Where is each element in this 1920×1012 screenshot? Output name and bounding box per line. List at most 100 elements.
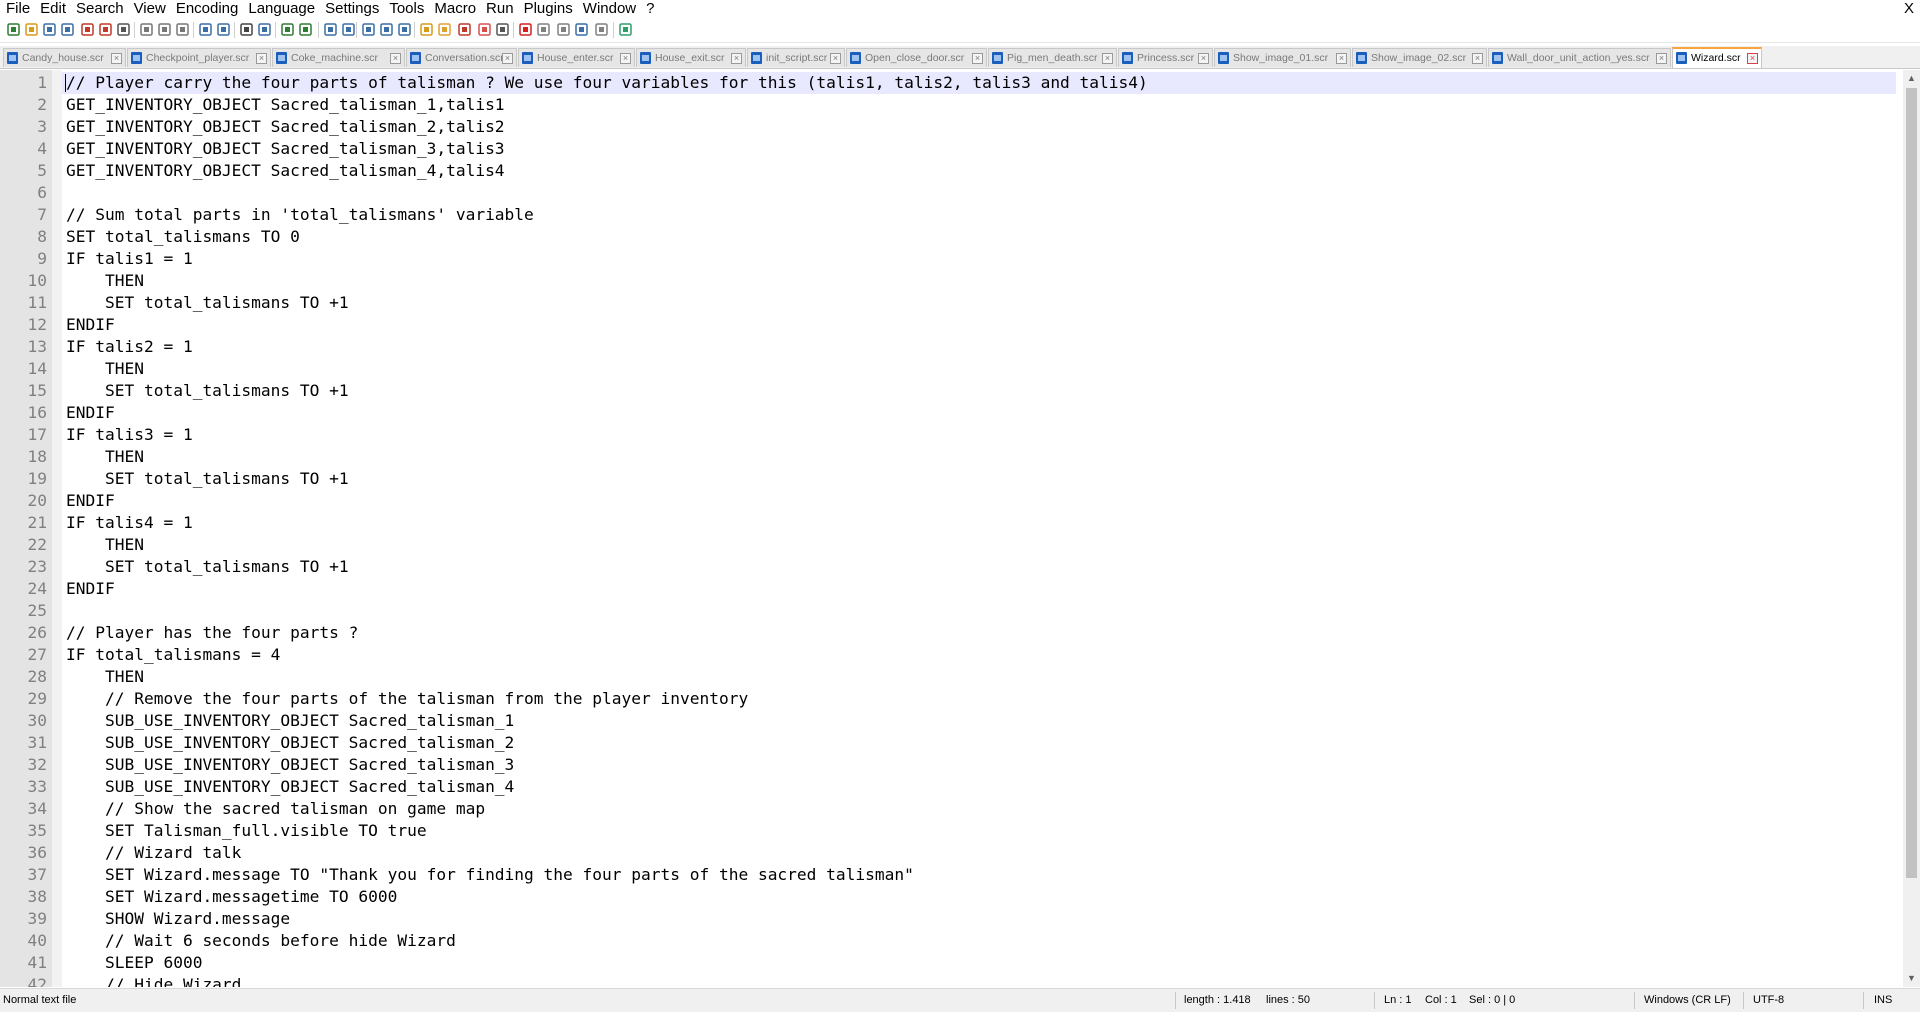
zoom-in-icon[interactable] xyxy=(280,22,295,37)
close-tab-icon[interactable]: × xyxy=(830,53,841,64)
tab-princess[interactable]: Princess.scr × xyxy=(1118,48,1213,67)
tab-checkpoint-player[interactable]: Checkpoint_player.scr × xyxy=(127,48,271,67)
menu-window[interactable]: Window xyxy=(578,0,641,17)
paste-icon[interactable] xyxy=(175,22,190,37)
code-line[interactable]: SUB_USE_INVENTORY_OBJECT Sacred_talisman… xyxy=(66,710,514,732)
scroll-up-icon[interactable]: ▲ xyxy=(1903,70,1920,87)
spell-check-icon[interactable] xyxy=(618,22,633,37)
close-tab-icon[interactable]: × xyxy=(1336,53,1347,64)
menu-run[interactable]: Run xyxy=(481,0,519,17)
code-line[interactable]: ENDIF xyxy=(66,490,115,512)
folder-as-workspace-icon[interactable] xyxy=(477,22,492,37)
close-tab-icon[interactable]: × xyxy=(972,53,983,64)
tab-open-close-door[interactable]: Open_close_door.scr × xyxy=(846,48,987,67)
tab-coke-machine[interactable]: Coke_machine.scr × xyxy=(272,48,405,67)
word-wrap-icon[interactable] xyxy=(361,22,376,37)
code-line[interactable]: SET total_talismans TO +1 xyxy=(66,556,349,578)
menu-help[interactable]: ? xyxy=(641,0,659,17)
close-tab-icon[interactable]: × xyxy=(1656,53,1667,64)
close-tab-icon[interactable]: × xyxy=(111,53,122,64)
code-line[interactable]: SUB_USE_INVENTORY_OBJECT Sacred_talisman… xyxy=(66,732,514,754)
code-line[interactable]: IF talis1 = 1 xyxy=(66,248,193,270)
code-line[interactable]: GET_INVENTORY_OBJECT Sacred_talisman_1,t… xyxy=(66,94,505,116)
print-icon[interactable] xyxy=(116,22,131,37)
code-line[interactable]: IF total_talismans = 4 xyxy=(66,644,280,666)
code-line[interactable]: SUB_USE_INVENTORY_OBJECT Sacred_talisman… xyxy=(66,776,514,798)
new-file-icon[interactable] xyxy=(6,22,21,37)
code-line[interactable]: SET Talisman_full.visible TO true xyxy=(66,820,427,842)
close-tab-icon[interactable]: × xyxy=(1747,53,1758,64)
save-all-icon[interactable] xyxy=(60,22,75,37)
close-all-icon[interactable] xyxy=(98,22,113,37)
tab-house-enter[interactable]: House_enter.scr × xyxy=(518,48,635,67)
playback-macro-icon[interactable] xyxy=(556,22,571,37)
code-line[interactable]: SET Wizard.message TO "Thank you for fin… xyxy=(66,864,914,886)
code-line[interactable]: SET Wizard.messagetime TO 6000 xyxy=(66,886,397,908)
scroll-down-icon[interactable]: ▼ xyxy=(1903,970,1920,987)
menu-search[interactable]: Search xyxy=(71,0,129,17)
code-line[interactable]: IF talis3 = 1 xyxy=(66,424,193,446)
menu-encoding[interactable]: Encoding xyxy=(171,0,244,17)
code-line[interactable]: // Sum total parts in 'total_talismans' … xyxy=(66,204,534,226)
menu-plugins[interactable]: Plugins xyxy=(519,0,578,17)
indent-guide-icon[interactable] xyxy=(397,22,412,37)
function-list-icon[interactable] xyxy=(457,22,472,37)
close-window-button[interactable]: X xyxy=(1904,0,1914,17)
show-all-characters-icon[interactable] xyxy=(379,22,394,37)
scrollbar-thumb[interactable] xyxy=(1906,88,1917,878)
close-icon[interactable] xyxy=(80,22,95,37)
sync-vertical-icon[interactable] xyxy=(323,22,338,37)
code-line[interactable]: // Hide Wizard xyxy=(66,974,241,987)
sync-horizontal-icon[interactable] xyxy=(341,22,356,37)
close-tab-icon[interactable]: × xyxy=(1472,53,1483,64)
code-line[interactable]: // Show the sacred talisman on game map xyxy=(66,798,485,820)
code-line[interactable]: SUB_USE_INVENTORY_OBJECT Sacred_talisman… xyxy=(66,754,514,776)
open-file-icon[interactable] xyxy=(24,22,39,37)
code-line[interactable]: ENDIF xyxy=(66,578,115,600)
code-line[interactable]: THEN xyxy=(66,270,144,292)
code-line[interactable]: THEN xyxy=(66,358,144,380)
menu-settings[interactable]: Settings xyxy=(320,0,384,17)
menu-view[interactable]: View xyxy=(129,0,171,17)
code-line[interactable]: IF talis2 = 1 xyxy=(66,336,193,358)
tab-wall-door-unit-action-yes[interactable]: Wall_door_unit_action_yes.scr × xyxy=(1488,48,1671,67)
save-icon[interactable] xyxy=(42,22,57,37)
status-eol-format[interactable]: Windows (CR LF) xyxy=(1644,989,1731,1012)
tab-show-image-02[interactable]: Show_image_02.scr × xyxy=(1352,48,1487,67)
vertical-scrollbar[interactable]: ▲ ▼ xyxy=(1903,70,1920,987)
close-tab-icon[interactable]: × xyxy=(1102,53,1113,64)
menu-tools[interactable]: Tools xyxy=(384,0,429,17)
code-line[interactable]: SET total_talismans TO 0 xyxy=(66,226,300,248)
code-line[interactable]: SHOW Wizard.message xyxy=(66,908,290,930)
user-language-icon[interactable] xyxy=(419,22,434,37)
status-encoding[interactable]: UTF-8 xyxy=(1753,989,1784,1012)
code-editor[interactable]: 1 2 3 4 5 6 7 8 9 10 11 12 13 14 15 16 17 18 19 20 21 22 23 24 2… xyxy=(0,70,1920,987)
zoom-out-icon[interactable] xyxy=(298,22,313,37)
code-line[interactable]: SET total_talismans TO +1 xyxy=(66,380,349,402)
tab-conversation[interactable]: Conversation.scr × xyxy=(406,48,517,67)
run-macro-multiple-icon[interactable] xyxy=(574,22,589,37)
code-line[interactable]: // Wait 6 seconds before hide Wizard xyxy=(66,930,456,952)
close-tab-icon[interactable]: × xyxy=(731,53,742,64)
code-line[interactable]: SET total_talismans TO +1 xyxy=(66,468,349,490)
menu-language[interactable]: Language xyxy=(243,0,320,17)
tab-house-exit[interactable]: House_exit.scr × xyxy=(636,48,746,67)
cut-icon[interactable] xyxy=(139,22,154,37)
tab-init-script[interactable]: init_script.scr × xyxy=(747,48,845,67)
stop-recording-icon[interactable] xyxy=(536,22,551,37)
undo-icon[interactable] xyxy=(198,22,213,37)
menu-macro[interactable]: Macro xyxy=(429,0,481,17)
code-line[interactable]: // Player carry the four parts of talism… xyxy=(66,72,1148,94)
menu-file[interactable]: File xyxy=(0,0,35,17)
copy-icon[interactable] xyxy=(157,22,172,37)
code-line[interactable]: THEN xyxy=(66,446,144,468)
find-icon[interactable] xyxy=(239,22,254,37)
monitoring-icon[interactable] xyxy=(495,22,510,37)
tab-show-image-01[interactable]: Show_image_01.scr × xyxy=(1214,48,1351,67)
status-insert-mode[interactable]: INS xyxy=(1874,989,1892,1012)
tab-pig-men-death[interactable]: Pig_men_death.scr × xyxy=(988,48,1117,67)
code-line[interactable]: // Remove the four parts of the talisman… xyxy=(66,688,748,710)
code-line[interactable]: GET_INVENTORY_OBJECT Sacred_talisman_4,t… xyxy=(66,160,505,182)
code-line[interactable]: SLEEP 6000 xyxy=(66,952,202,974)
code-line[interactable]: ENDIF xyxy=(66,314,115,336)
